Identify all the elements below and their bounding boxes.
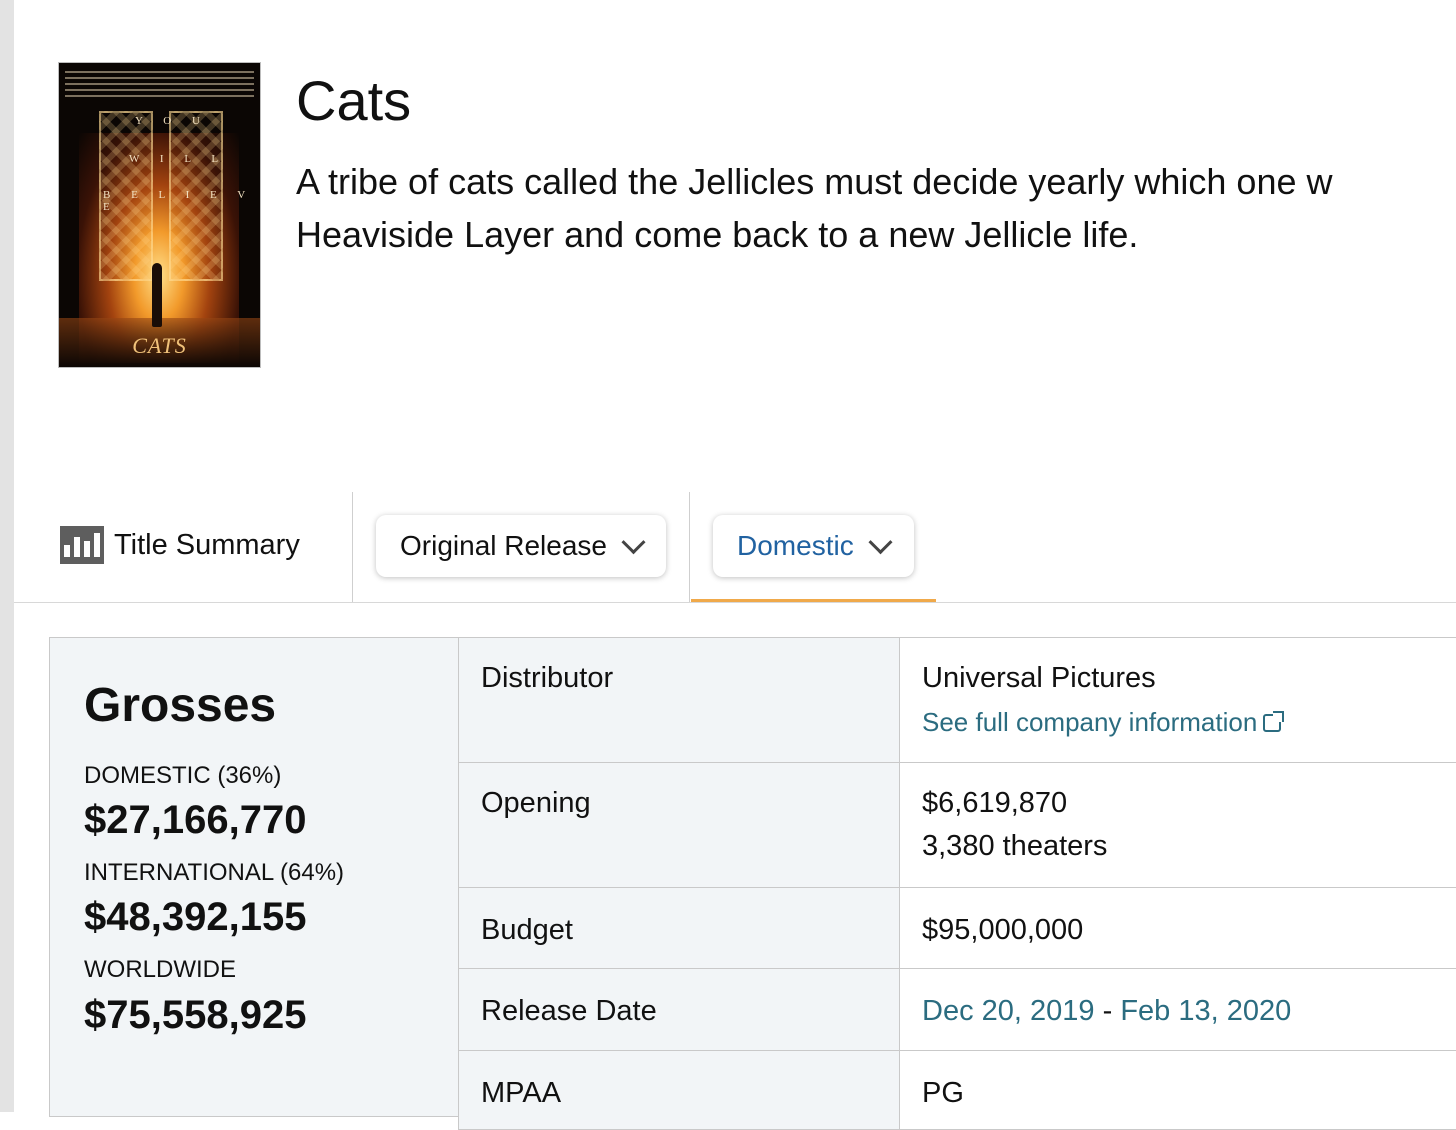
poster-logo: CATS: [132, 333, 187, 358]
chevron-down-icon: [868, 529, 893, 554]
region-dropdown[interactable]: Domestic: [713, 515, 914, 577]
company-info-link-text: See full company information: [922, 707, 1258, 737]
release-start-link[interactable]: Dec 20, 2019: [922, 995, 1095, 1027]
tab-title-summary[interactable]: Title Summary: [60, 523, 300, 567]
release-date-separator: -: [1102, 995, 1113, 1027]
release-dropdown[interactable]: Original Release: [376, 515, 666, 577]
movie-title: Cats: [296, 69, 412, 132]
domestic-gross-label: DOMESTIC (36%): [84, 762, 282, 789]
movie-synopsis: A tribe of cats called the Jellicles mus…: [296, 155, 1456, 261]
bar-chart-icon: [60, 526, 104, 564]
distributor-cell: Universal Pictures See full company info…: [899, 637, 1456, 763]
budget-value: $95,000,000: [899, 887, 1456, 969]
release-dropdown-label: Original Release: [400, 530, 607, 561]
poster-word-believe: B E L I E V E: [103, 189, 255, 213]
left-edge-strip: [0, 0, 14, 1112]
domestic-gross-value: $27,166,770: [84, 798, 307, 842]
international-gross-value: $48,392,155: [84, 895, 307, 939]
tab-title-summary-label: Title Summary: [114, 528, 300, 561]
synopsis-line-2: Heaviside Layer and come back to a new J…: [296, 214, 1139, 255]
release-end-link[interactable]: Feb 13, 2020: [1120, 995, 1291, 1027]
tab-divider: [689, 492, 690, 602]
release-date-cell: Dec 20, 2019 - Feb 13, 2020: [899, 968, 1456, 1051]
distributor-label: Distributor: [458, 637, 900, 763]
poster-word-you: Y O U: [135, 115, 209, 127]
poster-word-will: W I L L: [129, 153, 228, 165]
opening-label: Opening: [458, 762, 900, 888]
external-link-icon: [1263, 710, 1285, 732]
mpaa-value: PG: [899, 1050, 1456, 1130]
international-gross-label: INTERNATIONAL (64%): [84, 859, 345, 886]
company-info-link[interactable]: See full company information: [922, 707, 1285, 738]
synopsis-line-1: A tribe of cats called the Jellicles mus…: [296, 161, 1333, 202]
opening-theaters: 3,380 theaters: [922, 830, 1108, 862]
worldwide-gross-value: $75,558,925: [84, 993, 307, 1037]
worldwide-gross-label: WORLDWIDE: [84, 956, 236, 983]
budget-label: Budget: [458, 887, 900, 969]
movie-poster[interactable]: Y O U W I L L B E L I E V E CATS: [58, 62, 261, 368]
tab-divider: [352, 492, 353, 602]
region-dropdown-label: Domestic: [737, 530, 854, 561]
grosses-panel: Grosses DOMESTIC (36%) $27,166,770 INTER…: [49, 637, 459, 1117]
mpaa-label: MPAA: [458, 1050, 900, 1130]
poster-figure: [152, 263, 162, 327]
chevron-down-icon: [621, 529, 646, 554]
tabs-bottom-border: [14, 602, 1456, 603]
opening-value: $6,619,870: [922, 787, 1068, 819]
grosses-heading: Grosses: [84, 679, 277, 732]
poster-credits: [65, 71, 254, 97]
distributor-value: Universal Pictures: [922, 662, 1156, 694]
release-date-label: Release Date: [458, 968, 900, 1051]
opening-cell: $6,619,870 3,380 theaters: [899, 762, 1456, 888]
